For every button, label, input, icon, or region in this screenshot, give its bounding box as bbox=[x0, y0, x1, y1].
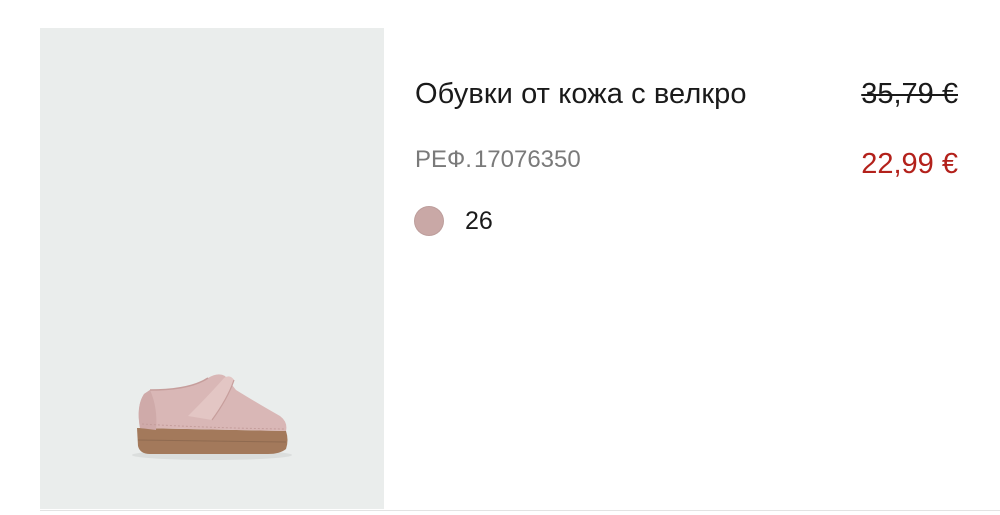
divider bbox=[40, 510, 1000, 511]
sale-price: 22,99 € bbox=[861, 148, 958, 180]
shoe-image-icon bbox=[132, 374, 292, 460]
original-price: 35,79 € bbox=[861, 78, 958, 110]
product-reference: РЕФ.17076350 bbox=[415, 146, 581, 174]
color-swatch[interactable] bbox=[414, 206, 444, 236]
size-value[interactable]: 26 bbox=[465, 207, 493, 236]
product-title: Обувки от кожа с велкро bbox=[415, 78, 747, 110]
reference-number: 17076350 bbox=[473, 146, 581, 173]
reference-label: РЕФ. bbox=[415, 146, 472, 173]
product-image[interactable] bbox=[40, 28, 384, 509]
product-card: Обувки от кожа с велкро 35,79 € РЕФ.1707… bbox=[0, 0, 1000, 515]
